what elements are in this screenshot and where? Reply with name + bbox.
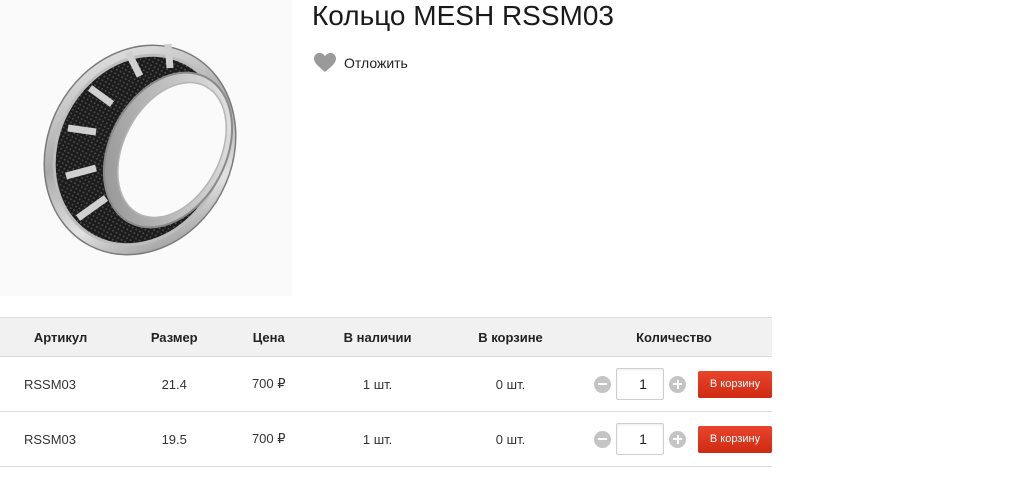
header-sku: Артикул	[0, 317, 122, 357]
wishlist-button[interactable]: Отложить	[314, 52, 408, 74]
table-row: RSSM03 19.5 700 ₽ 1 шт. 0 шт. В корзину	[0, 411, 772, 467]
cell-in-cart: 0 шт.	[445, 356, 576, 412]
heart-icon	[314, 53, 336, 72]
cell-quantity: В корзину	[576, 411, 772, 467]
cell-stock: 1 шт.	[310, 356, 446, 412]
header-size: Размер	[121, 317, 228, 357]
quantity-input[interactable]	[616, 368, 664, 400]
cell-size: 21.4	[121, 356, 228, 412]
cell-size: 19.5	[121, 411, 228, 467]
ring-image	[43, 43, 237, 256]
minus-icon[interactable]	[594, 430, 611, 448]
quantity-input[interactable]	[616, 423, 664, 455]
cell-sku: RSSM03	[0, 356, 122, 412]
header-quantity: Количество	[576, 317, 772, 357]
add-to-cart-button[interactable]: В корзину	[698, 370, 772, 398]
minus-icon[interactable]	[594, 375, 611, 393]
plus-icon[interactable]	[669, 430, 686, 448]
cell-in-cart: 0 шт.	[445, 411, 576, 467]
wishlist-label: Отложить	[344, 55, 408, 71]
cell-quantity: В корзину	[576, 356, 772, 412]
product-image[interactable]	[0, 0, 292, 296]
header-price: Цена	[227, 317, 311, 357]
add-to-cart-button[interactable]: В корзину	[698, 425, 772, 453]
quantity-stepper: В корзину	[576, 423, 772, 455]
table-header-row: Артикул Размер Цена В наличии В корзине …	[0, 317, 772, 357]
header-in-cart: В корзине	[445, 317, 576, 357]
header-stock: В наличии	[310, 317, 446, 357]
plus-icon[interactable]	[669, 375, 686, 393]
cell-sku: RSSM03	[0, 411, 122, 467]
page-title: Кольцо MESH RSSM03	[312, 0, 614, 31]
cell-price: 700 ₽	[227, 411, 311, 467]
quantity-stepper: В корзину	[576, 368, 772, 400]
variants-table: Артикул Размер Цена В наличии В корзине …	[0, 317, 772, 467]
table-row: RSSM03 21.4 700 ₽ 1 шт. 0 шт. В корзину	[0, 356, 772, 412]
cell-stock: 1 шт.	[310, 411, 446, 467]
cell-price: 700 ₽	[227, 356, 311, 412]
